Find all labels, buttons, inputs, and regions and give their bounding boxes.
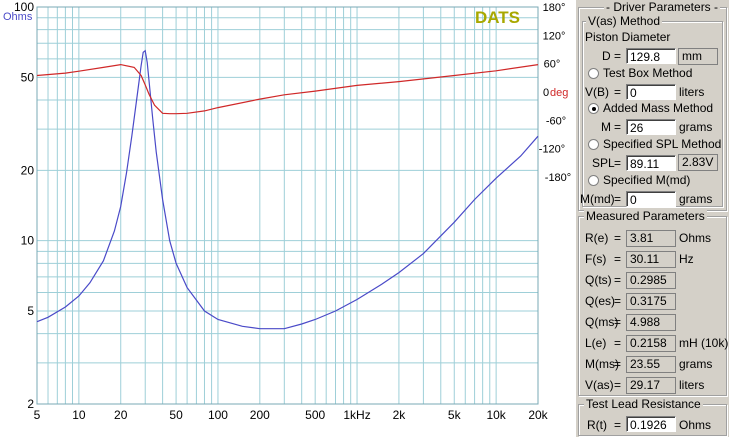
rt-label: R(t) <box>587 418 607 432</box>
y-tick-label: 5 <box>27 304 34 318</box>
x-tick-label: 20 <box>114 408 128 422</box>
x-tick-label: 20k <box>528 408 548 422</box>
test-box-method-radio[interactable] <box>588 68 599 79</box>
measured-equals: = <box>614 357 622 371</box>
piston-diameter-field[interactable]: 129.8 <box>626 48 676 64</box>
phase-tick-label: 120° <box>543 30 566 42</box>
measured-parameters-title: Measured Parameters <box>584 209 707 223</box>
x-tick-label: 5 <box>34 408 41 422</box>
test-lead-resistance-unit: Ohms <box>679 418 712 432</box>
measured-unit: mH (10k) <box>679 336 729 350</box>
spl-label: SPL <box>592 156 615 170</box>
measured-unit: Hz <box>679 252 694 266</box>
measured-unit: Ohms <box>679 231 712 245</box>
impedance-curve <box>36 49 539 330</box>
phase-tick-label: -60° <box>546 115 566 127</box>
mmd-unit: grams <box>679 192 713 206</box>
measured-value: 0.2985 <box>626 272 676 289</box>
specified-mmd-method-radio[interactable] <box>588 175 599 186</box>
d-label: D <box>602 49 611 63</box>
measured-equals: = <box>614 273 622 287</box>
measured-equals: = <box>614 231 622 245</box>
measured-label: Q(es) <box>585 294 615 308</box>
test-box-volume-unit: liters <box>679 85 705 99</box>
vas-method-title: V(as) Method <box>586 14 663 28</box>
mmd-field[interactable]: 0 <box>626 191 676 207</box>
parameters-panel: - Driver Parameters - V(as) Method Pisto… <box>576 0 729 437</box>
test-box-volume-field[interactable]: 0 <box>626 84 676 100</box>
measured-label: L(e) <box>585 336 607 350</box>
x-tick-label: 10 <box>72 408 86 422</box>
measured-equals: = <box>614 378 622 392</box>
x-tick-label: 200 <box>250 408 270 422</box>
impedance-plot-svg: 10050201052Ohms5 10 20 50 100 200 500 1kHz 2k 5k 1… <box>3 0 571 422</box>
dats-logo-text: DATS <box>475 8 520 27</box>
added-mass-method-label[interactable]: Added Mass Method <box>603 101 713 115</box>
x-tick-label: 50 <box>169 408 183 422</box>
specified-mmd-method-label[interactable]: Specified M(md) <box>603 173 690 187</box>
measured-value: 4.988 <box>626 314 676 331</box>
measured-equals: = <box>614 294 622 308</box>
phase-curve <box>36 63 539 115</box>
phase-unit-label: deg <box>550 87 568 99</box>
measured-equals: = <box>614 315 622 329</box>
y-unit-label: Ohms <box>3 11 33 23</box>
y-tick-label: 20 <box>21 163 35 177</box>
measured-value: 29.17 <box>626 377 676 394</box>
piston-diameter-label: Piston Diameter <box>585 30 671 44</box>
x-tick-label: 2k <box>393 408 407 422</box>
measured-unit: grams <box>679 357 713 371</box>
specified-spl-method-radio[interactable] <box>588 139 599 150</box>
phase-tick-label: -180° <box>545 172 571 184</box>
measured-value: 23.55 <box>626 356 676 373</box>
specified-spl-method-label[interactable]: Specified SPL Method <box>603 137 721 151</box>
test-lead-resistance-field[interactable]: 0.1926 <box>626 416 676 432</box>
measured-label: R(e) <box>585 231 609 245</box>
x-tick-label: 100 <box>208 408 228 422</box>
x-tick-label: 10k <box>486 408 506 422</box>
d-equals: = <box>614 49 622 63</box>
x-tick-label: 1kHz <box>343 408 370 422</box>
impedance-plot[interactable]: 100 50 20 10 5 2 Ohms 5 10 20 50 100 200 500 1kHz 2k 5k 1… <box>0 0 576 437</box>
test-box-method-label[interactable]: Test Box Method <box>603 66 692 80</box>
added-mass-unit: grams <box>679 120 713 134</box>
added-mass-method-radio[interactable] <box>588 103 599 114</box>
spl-equals: = <box>614 156 622 170</box>
driver-parameters-title: - Driver Parameters - <box>604 0 721 14</box>
piston-diameter-unit: mm <box>678 48 718 65</box>
added-mass-field[interactable]: 26 <box>626 119 676 135</box>
phase-tick-label: -120° <box>539 144 565 156</box>
measured-value: 3.81 <box>626 230 676 247</box>
spl-field[interactable]: 89.11 <box>626 155 676 171</box>
phase-tick-label: 180° <box>543 2 566 14</box>
x-tick-label: 500 <box>305 408 325 422</box>
m-label: M <box>601 120 611 134</box>
y-tick-label: 10 <box>21 234 35 248</box>
measured-label: V(as) <box>585 378 614 392</box>
phase-tick-label: 0 <box>543 87 549 99</box>
mmd-label: M(md) <box>580 192 615 206</box>
rt-equals: = <box>614 418 622 432</box>
measured-equals: = <box>614 252 622 266</box>
measured-label: F(s) <box>585 252 607 266</box>
y-tick-label: 50 <box>21 70 35 84</box>
x-tick-label: 5k <box>448 408 462 422</box>
measured-value: 0.2158 <box>626 335 676 352</box>
test-lead-resistance-title: Test Lead Resistance <box>584 397 703 411</box>
mmd-equals: = <box>614 192 622 206</box>
measured-equals: = <box>614 336 622 350</box>
vb-equals: = <box>614 85 622 99</box>
measured-label: Q(ts) <box>585 273 612 287</box>
measured-value: 0.3175 <box>626 293 676 310</box>
phase-tick-label: 60° <box>544 59 561 71</box>
spl-voltage: 2.83V <box>678 154 718 171</box>
measured-value: 30.11 <box>626 251 676 268</box>
vb-label: V(B) <box>585 85 609 99</box>
m-equals: = <box>614 120 622 134</box>
measured-unit: liters <box>679 378 705 392</box>
